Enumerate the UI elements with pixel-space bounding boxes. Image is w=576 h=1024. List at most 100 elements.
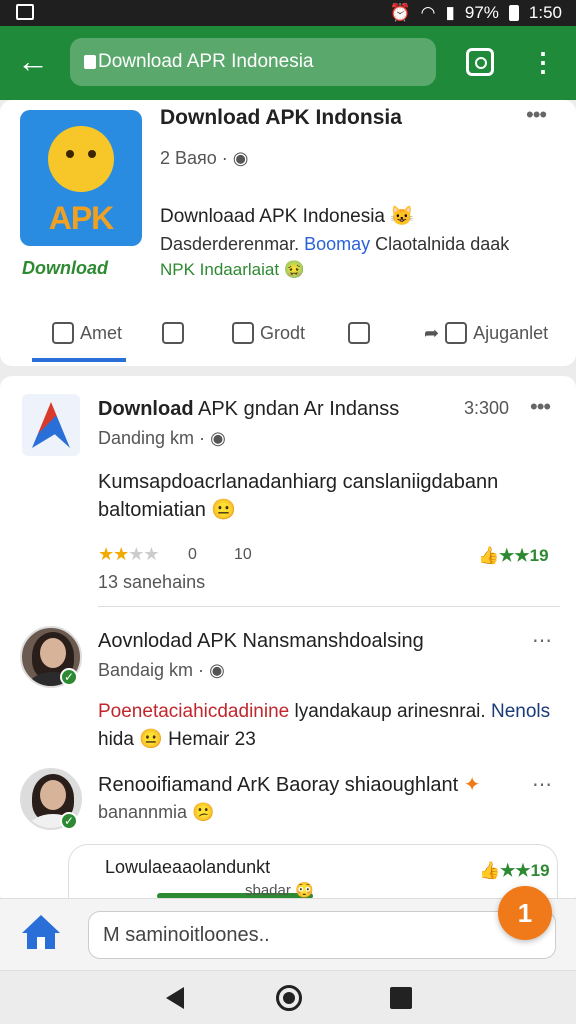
url-text: Download APR Indonesia [98, 51, 314, 72]
download-caption[interactable]: Download [22, 258, 108, 279]
arrow-logo-icon [32, 402, 70, 448]
floating-action-button[interactable]: 1 [498, 886, 552, 940]
thumbs-up-icon [52, 322, 74, 344]
sparkle-icon: ✦ [463, 774, 481, 796]
comment-title[interactable]: Aovnlodad APK Nansmanshdoalsing [98, 630, 424, 653]
desc-suffix: Claotalnida daak [370, 234, 510, 254]
share-arrow-icon: ➦ [424, 322, 440, 343]
url-bar[interactable]: Download APR Indonesia [70, 38, 436, 86]
green-rating-count: 19 [529, 546, 549, 565]
comment-body-black: lyandakaup arinesnrai. [289, 701, 491, 722]
emoji-face-icon [48, 126, 114, 192]
comment-icon [232, 322, 254, 344]
app-logo-text: APK [48, 200, 115, 236]
nav-home-icon[interactable] [276, 985, 302, 1011]
more-horiz-icon[interactable]: ••• [530, 394, 551, 420]
more-horiz-icon[interactable]: ⋯ [532, 772, 552, 797]
comment-sub-text: Bandaig km · [98, 660, 205, 680]
card-title[interactable]: Download APK Indonsia [160, 106, 402, 130]
desc-prefix: Dasderderenmar. [160, 234, 305, 254]
post-sub: Danding km · ◉ [98, 428, 226, 449]
reply-preview[interactable]: Lowulaeaaolandunkt sbadar 😳 👍★★19 [68, 844, 558, 906]
vote-button[interactable] [162, 322, 184, 344]
star-icon: ★★ [98, 544, 129, 564]
star-icon: ★★ [499, 546, 530, 565]
battery-percent: 97% [464, 3, 499, 22]
app-info-card: APK Download Download APK Indonsia ••• 2… [0, 100, 576, 366]
rating-num-1: 0 [188, 546, 197, 563]
hand-icon [162, 322, 184, 344]
like-button[interactable]: Amet [52, 322, 122, 344]
thumbs-up-icon: 👍 [479, 861, 501, 880]
divider [98, 606, 560, 607]
emoji-icon: 😐 [211, 499, 237, 521]
more-vert-icon[interactable]: ⋮ [530, 46, 556, 78]
nav-recents-icon[interactable] [390, 987, 412, 1009]
signal-icon: ▮ [445, 3, 455, 22]
post-app-icon[interactable] [22, 394, 80, 456]
reply-sub: sbadar 😳 [245, 881, 314, 899]
description: Dasderderenmar. Boomay Claotalnida daak [160, 234, 509, 255]
globe-icon: ◉ [210, 428, 226, 448]
desc-link[interactable]: Boomay [304, 234, 370, 254]
emoji-icon: 😳 [295, 882, 314, 899]
more-horiz-icon[interactable]: ••• [526, 102, 547, 128]
composer-bar: M saminoitloones.. [0, 898, 576, 970]
green-rating[interactable]: 👍★★19 [478, 546, 549, 566]
like-label: Amet [80, 322, 123, 343]
rating-num-2: 10 [234, 546, 252, 563]
top-app-bar: ← Download APR Indonesia ⋮ [0, 26, 576, 100]
post-title[interactable]: Download APK gndan Ar Indanss [98, 398, 399, 421]
verified-check-icon: ✓ [60, 668, 78, 686]
share-button[interactable]: ➦ Ajuganlet [424, 322, 548, 344]
bookmark-icon [348, 322, 370, 344]
gallery-icon [16, 4, 34, 20]
status-icons: ⏰ ◠ ▮ 97% 1:50 [390, 3, 563, 23]
message-input[interactable]: M saminoitloones.. [88, 911, 556, 959]
comment-body: Poenetaciahicdadinine lyandakaup arinesn… [98, 698, 558, 754]
comment-title[interactable]: Renooifiamand ArK Baoray shiaoughlant ✦ [98, 772, 481, 797]
home-icon[interactable] [22, 915, 60, 953]
comment-label: Grodt [260, 322, 306, 343]
comment-body-line2b: Hemair 23 [168, 729, 256, 750]
star-rating[interactable]: ★★★★ [98, 544, 160, 565]
headline-text: Downloaad APK Indonesia [160, 206, 385, 227]
copy-icon [445, 322, 468, 344]
active-tab-indicator [32, 358, 126, 362]
action-row: Amet Grodt ➦ Ajuganlet [0, 314, 576, 362]
comment-sub: banannmia 😕 [98, 802, 215, 823]
comment-body-line2: hida [98, 729, 134, 750]
nav-back-icon[interactable] [166, 987, 184, 1009]
feed-card: Download APK gndan Ar Indanss 3:300 ••• … [0, 376, 576, 906]
globe-icon: ◉ [209, 660, 225, 680]
post-title-rest: APK gndan Ar Indanss [193, 398, 400, 420]
share-label: Ajuganlet [473, 322, 549, 343]
comment-button[interactable]: Grodt [232, 322, 305, 344]
view-count: 13 sanehains [98, 572, 206, 592]
comment-sub: Bandaig km · ◉ [98, 660, 225, 681]
lens-search-icon[interactable] [466, 48, 494, 76]
reply-rating[interactable]: 👍★★19 [479, 861, 550, 881]
star-icon: ★★ [500, 861, 531, 880]
bookmark-button[interactable] [348, 322, 370, 344]
alarm-icon: ⏰ [389, 3, 411, 22]
star-empty-icon: ★★ [128, 544, 159, 564]
globe-icon: ◉ [232, 148, 249, 168]
thumbs-up-icon: 👍 [478, 546, 500, 565]
app-logo[interactable]: APK [20, 110, 142, 246]
emoji-icon: 😐 [139, 729, 163, 750]
more-horiz-icon[interactable]: ⋯ [532, 628, 552, 653]
comment-body-red: Poenetaciahicdadinine [98, 701, 290, 722]
green-line: NPK Indaarlaiat 🤢 [160, 260, 305, 280]
battery-icon [508, 5, 519, 21]
lock-icon [84, 55, 96, 69]
wifi-icon: ◠ [420, 3, 436, 22]
post-time: 3:300 [464, 398, 510, 418]
card-meta: 2 Bаяо · ◉ [160, 148, 249, 169]
post-body: Kumsapdoacrlanadanhiarg canslaniigdabann… [98, 468, 538, 524]
system-nav-bar [0, 970, 576, 1024]
status-bar: ⏰ ◠ ▮ 97% 1:50 [0, 0, 576, 26]
back-arrow-icon[interactable]: ← [16, 45, 50, 80]
comment-title-text: Renooifiamand ArK Baoray shiaoughlant [98, 774, 459, 796]
emoji-icon: 🤢 [283, 260, 305, 279]
